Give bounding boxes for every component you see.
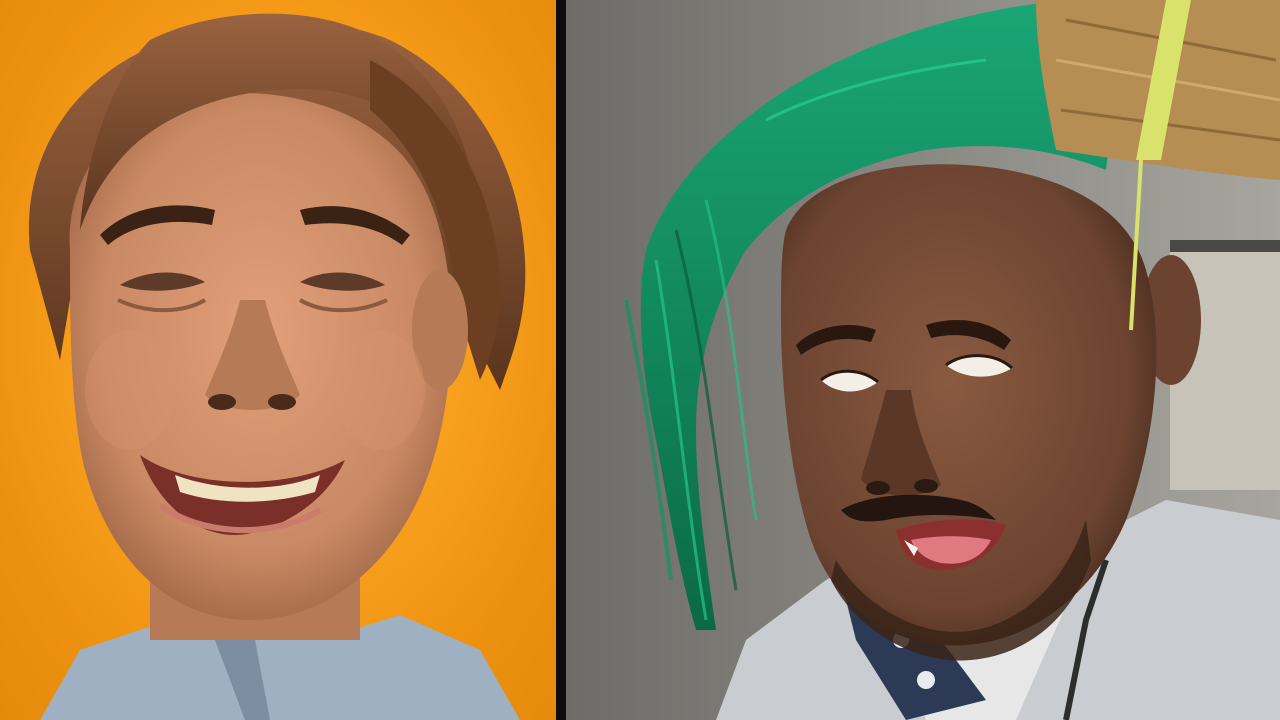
broom-hair-man-photo <box>566 0 1280 720</box>
right-photo-panel <box>566 0 1280 720</box>
panel-divider <box>556 0 566 720</box>
smiling-man-photo <box>0 0 560 720</box>
video-thumbnail <box>0 0 1280 720</box>
left-photo-panel <box>0 0 560 720</box>
